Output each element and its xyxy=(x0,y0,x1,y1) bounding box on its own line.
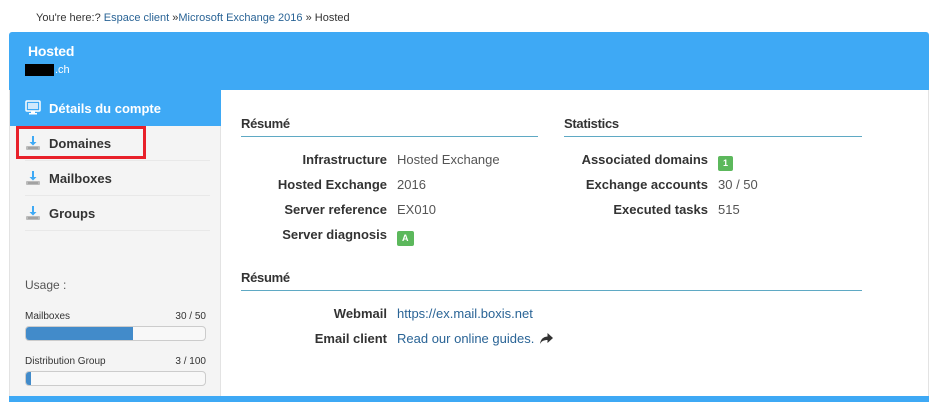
progress-bar xyxy=(25,326,206,341)
sidebar: Détails du compte Domaines Mailboxes Gro… xyxy=(10,90,221,396)
count-badge: 1 xyxy=(718,156,734,171)
usage-meter-value: 3 / 100 xyxy=(175,356,206,367)
access-section-title: Résumé xyxy=(241,270,862,291)
summary-value-server-reference: EX010 xyxy=(397,202,437,217)
breadcrumb: You're here:? Espace client »Microsoft E… xyxy=(36,12,350,24)
redacted-block xyxy=(25,64,54,76)
summary-label-infrastructure: Infrastructure xyxy=(302,152,387,167)
online-guides-link[interactable]: Read our online guides. xyxy=(397,331,534,346)
usage-meter-label: Mailboxes xyxy=(25,311,71,322)
access-value-webmail: https://ex.mail.boxis.net xyxy=(397,306,533,321)
panel-subtitle: .ch xyxy=(25,64,70,76)
breadcrumb-link-espace-client[interactable]: Espace client xyxy=(104,12,169,24)
panel-header: Hosted .ch xyxy=(9,32,929,90)
stats-value-executed-tasks: 515 xyxy=(718,202,740,217)
sidebar-item-mailboxes[interactable]: Mailboxes xyxy=(25,161,210,196)
monitor-icon xyxy=(25,100,43,116)
access-label-email-client: Email client xyxy=(314,331,387,346)
stats-label-associated-domains: Associated domains xyxy=(581,152,708,167)
stats-value-associated-domains: 1 xyxy=(718,154,734,171)
progress-bar-fill xyxy=(26,372,32,385)
account-panel: Hosted .ch Détails du compte Domaines Ma… xyxy=(9,32,929,402)
stats-value-exchange-accounts: 30 / 50 xyxy=(718,177,758,192)
sidebar-item-label: Groups xyxy=(49,205,96,221)
summary-section-title: Résumé xyxy=(241,116,538,137)
main-content: Résumé Infrastructure Hosted Exchange Ho… xyxy=(221,90,928,396)
summary-label-hosted-exchange: Hosted Exchange xyxy=(277,177,387,192)
usage-meter-label: Distribution Group xyxy=(25,356,106,367)
sidebar-item-account-details[interactable]: Détails du compte xyxy=(10,90,221,126)
stats-label-executed-tasks: Executed tasks xyxy=(613,202,708,217)
summary-label-server-reference: Server reference xyxy=(284,202,387,217)
summary-value-infrastructure: Hosted Exchange xyxy=(397,152,500,167)
access-value-email-client: Read our online guides. xyxy=(397,331,554,346)
statistics-section-title: Statistics xyxy=(564,116,862,137)
breadcrumb-prefix: You're here:? xyxy=(36,12,101,24)
breadcrumb-link-exchange[interactable]: Microsoft Exchange 2016 xyxy=(178,12,302,24)
progress-bar-fill xyxy=(26,327,134,340)
status-badge: A xyxy=(397,231,414,246)
access-label-webmail: Webmail xyxy=(333,306,387,321)
panel-footer xyxy=(9,396,929,402)
highlight-annotation xyxy=(16,126,146,159)
usage-title: Usage : xyxy=(25,278,67,292)
panel-title: Hosted xyxy=(28,43,75,59)
progress-bar xyxy=(25,371,206,386)
breadcrumb-separator: » xyxy=(305,12,312,24)
panel-body: Détails du compte Domaines Mailboxes Gro… xyxy=(9,90,929,396)
stats-label-exchange-accounts: Exchange accounts xyxy=(585,177,708,192)
download-icon xyxy=(25,205,43,221)
download-icon xyxy=(25,170,43,186)
sidebar-item-label: Mailboxes xyxy=(49,170,112,186)
domain-suffix: .ch xyxy=(55,64,70,76)
summary-label-server-diagnosis: Server diagnosis xyxy=(282,227,387,242)
sidebar-item-groups[interactable]: Groups xyxy=(25,196,210,231)
summary-value-hosted-exchange: 2016 xyxy=(397,177,426,192)
share-arrow-icon xyxy=(540,333,554,344)
webmail-link[interactable]: https://ex.mail.boxis.net xyxy=(397,306,533,321)
breadcrumb-current: Hosted xyxy=(314,12,350,24)
usage-meter-value: 30 / 50 xyxy=(175,311,206,322)
summary-value-server-diagnosis: A xyxy=(397,229,414,246)
sidebar-item-label: Détails du compte xyxy=(49,100,161,116)
